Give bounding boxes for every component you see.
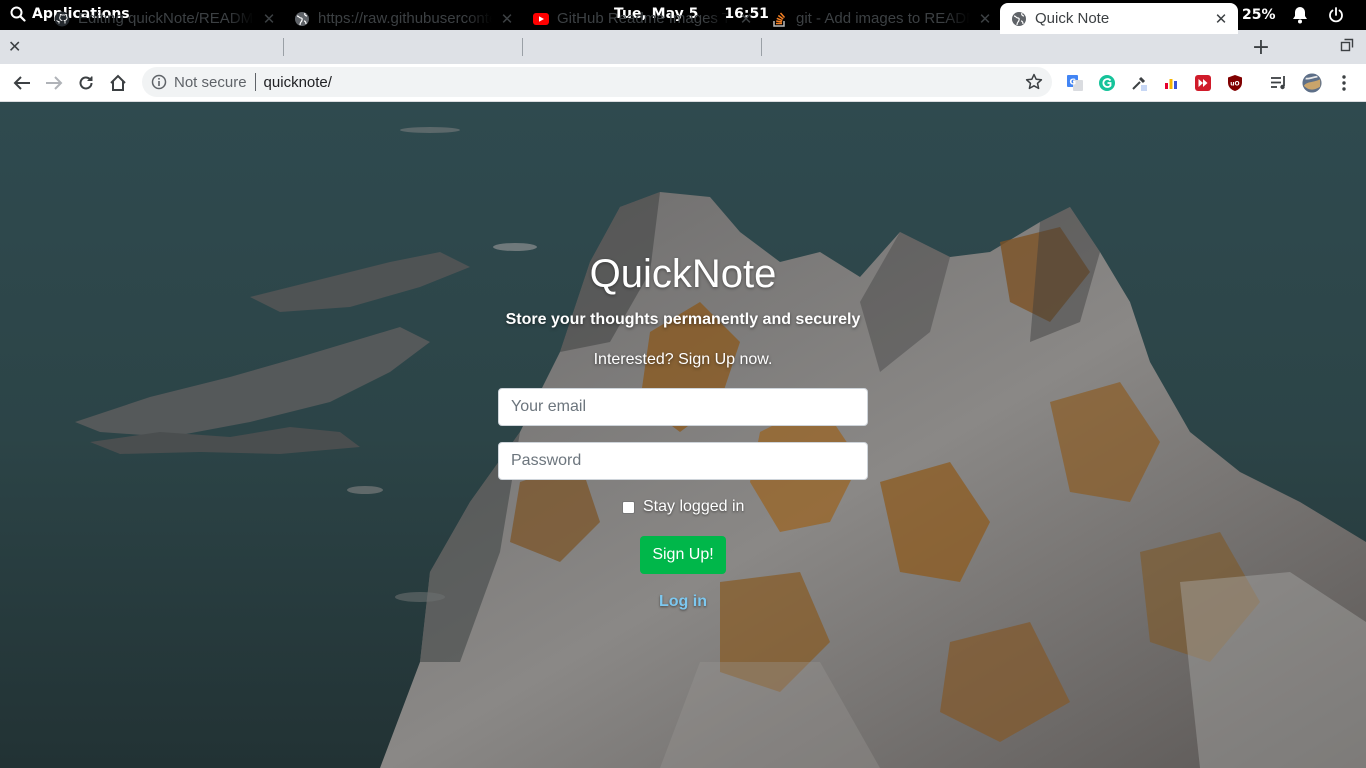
stay-logged-in-label: Stay logged in xyxy=(643,498,745,515)
browser-toolbar: Not secure quicknote/ G uO xyxy=(0,64,1366,102)
globe-icon xyxy=(1011,11,1027,27)
eyedropper-icon[interactable] xyxy=(1129,73,1149,93)
power-icon xyxy=(1318,5,1354,25)
address-bar[interactable]: Not secure quicknote/ xyxy=(142,67,1052,97)
profile-avatar[interactable] xyxy=(1302,73,1322,93)
login-link-text[interactable]: Log in xyxy=(659,593,707,610)
login-link: Log in xyxy=(0,593,1366,611)
tab-title: git - Add images to README xyxy=(796,10,970,27)
tab-close-icon[interactable]: ✕ xyxy=(976,10,994,28)
video-speed-icon[interactable] xyxy=(1193,73,1213,93)
security-divider xyxy=(254,73,256,91)
tab-quick-note[interactable]: Quick Note ✕ xyxy=(1000,3,1238,34)
search-icon xyxy=(10,6,26,22)
info-icon[interactable] xyxy=(151,74,167,90)
tab-git-add-images[interactable]: git - Add images to README ✕ xyxy=(772,3,994,34)
ublock-shield-icon[interactable]: uO xyxy=(1225,73,1245,93)
tab-strip xyxy=(0,30,1366,64)
back-icon[interactable] xyxy=(10,71,34,95)
signup-button[interactable]: Sign Up! xyxy=(640,536,726,574)
password-input[interactable] xyxy=(498,442,868,480)
tab-github-readme-images[interactable]: GitHub Readme Images T ✕ xyxy=(533,3,755,34)
email-input[interactable] xyxy=(498,388,868,426)
tab-separator xyxy=(761,38,762,56)
youtube-icon xyxy=(533,11,549,27)
tab-title: GitHub Readme Images T xyxy=(557,10,731,27)
reload-icon[interactable] xyxy=(74,71,98,95)
translate-icon[interactable]: G xyxy=(1065,73,1085,93)
grammarly-icon[interactable] xyxy=(1097,73,1117,93)
home-icon[interactable] xyxy=(106,71,130,95)
tab-raw-githubusercontent[interactable]: https://raw.githubusercontent.com ✕ xyxy=(294,3,516,34)
tagline: Store your thoughts permanently and secu… xyxy=(505,311,861,328)
tab-title: https://raw.githubusercontent.com xyxy=(318,10,492,27)
new-tab-button[interactable]: + xyxy=(1250,35,1272,60)
forward-icon[interactable] xyxy=(42,71,66,95)
svg-text:G: G xyxy=(1070,78,1077,87)
notifications-icon xyxy=(1282,5,1318,25)
media-queue-icon[interactable] xyxy=(1269,73,1289,93)
mountain-background-image xyxy=(0,102,1366,768)
colorful-bars-icon[interactable] xyxy=(1161,73,1181,93)
tab-editing-readme[interactable]: Editing quickNote/README.md ✕ xyxy=(54,3,278,34)
globe-icon xyxy=(294,11,310,27)
tab-title: Editing quickNote/README.md xyxy=(78,10,254,27)
url-text[interactable]: quicknote/ xyxy=(264,74,332,91)
stay-logged-in-checkbox[interactable] xyxy=(622,500,635,514)
battery-percent: 25% xyxy=(1242,7,1276,23)
tab-separator xyxy=(522,38,523,56)
tab-close-icon[interactable]: ✕ xyxy=(498,10,516,28)
stay-logged-in-row[interactable]: Stay logged in xyxy=(622,498,744,516)
tab-close-icon[interactable]: ✕ xyxy=(737,10,755,28)
tab-separator xyxy=(283,38,284,56)
bookmark-star-icon[interactable] xyxy=(1025,73,1043,91)
app-title: QuickNote xyxy=(589,252,777,296)
stackoverflow-icon xyxy=(772,11,788,27)
page-viewport: QuickNote Store your thoughts permanentl… xyxy=(0,102,1366,768)
github-icon xyxy=(54,11,70,27)
tab-close-icon[interactable]: ✕ xyxy=(260,10,278,28)
chrome-menu-icon[interactable] xyxy=(1334,73,1354,93)
svg-text:uO: uO xyxy=(1230,81,1239,88)
tab-close-icon[interactable]: ✕ xyxy=(1212,10,1230,28)
restore-window-icon[interactable] xyxy=(1340,38,1354,52)
signup-invite-text: Interested? Sign Up now. xyxy=(593,351,773,368)
close-window-icon[interactable]: ✕ xyxy=(8,37,21,56)
security-label: Not secure xyxy=(174,73,247,91)
tab-title: Quick Note xyxy=(1035,10,1110,27)
